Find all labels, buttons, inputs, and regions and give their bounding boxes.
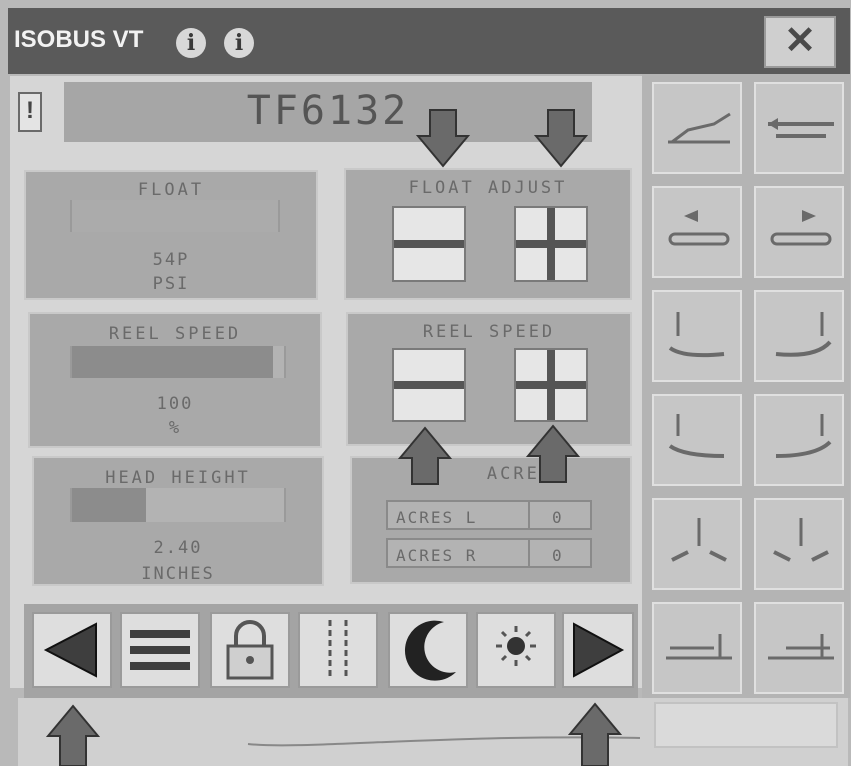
up-arrow-icon bbox=[568, 702, 622, 766]
soft-key-1[interactable] bbox=[652, 82, 742, 174]
soft-key-4[interactable] bbox=[754, 186, 844, 278]
head-height-unit: INCHES bbox=[141, 564, 215, 584]
float-unit: PSI bbox=[152, 274, 190, 294]
header-right-icon bbox=[768, 634, 834, 660]
head-height-label: HEAD HEIGHT bbox=[105, 468, 251, 488]
reel-speed-label: REEL SPEED bbox=[108, 324, 242, 344]
day-mode-button[interactable] bbox=[476, 612, 556, 688]
float-label: FLOAT bbox=[137, 180, 205, 200]
up-arrow-icon bbox=[526, 424, 580, 483]
reel-back-icon bbox=[668, 210, 730, 246]
reel-speed-gauge bbox=[70, 346, 286, 378]
machine-id: TF6132 bbox=[64, 82, 592, 142]
float-adjust-label: FLOAT ADJUST bbox=[408, 178, 568, 198]
menu-icon bbox=[130, 630, 190, 670]
float-value: 54P bbox=[152, 250, 190, 270]
float-gauge bbox=[70, 200, 280, 232]
right-wing-down-icon bbox=[775, 414, 832, 458]
soft-key-3[interactable] bbox=[652, 186, 742, 278]
lock-icon bbox=[226, 620, 274, 680]
reel-speed-unit: % bbox=[168, 418, 182, 438]
reel-speed-value: 100 bbox=[156, 394, 194, 414]
down-arrow-icon bbox=[534, 109, 588, 168]
header-left-icon bbox=[666, 634, 732, 660]
menu-button[interactable] bbox=[120, 612, 200, 688]
row-guide-icon bbox=[328, 620, 348, 680]
head-height-value: 2.40 bbox=[153, 538, 203, 558]
soft-key-10[interactable] bbox=[754, 498, 844, 590]
warning-icon[interactable]: ! bbox=[18, 92, 42, 132]
soft-key-6[interactable] bbox=[754, 290, 844, 382]
soft-key-7[interactable] bbox=[652, 394, 742, 486]
down-arrow-icon bbox=[416, 109, 470, 168]
wings-up-icon bbox=[671, 518, 727, 562]
acres-left-value: 0 bbox=[552, 508, 564, 527]
acres-right-label: ACRES R bbox=[396, 546, 478, 565]
soft-key-8[interactable] bbox=[754, 394, 844, 486]
info-icon[interactable]: i bbox=[176, 28, 206, 58]
soft-key-11[interactable] bbox=[652, 602, 742, 694]
prev-arrow-icon bbox=[43, 622, 97, 678]
head-height-fill bbox=[72, 488, 147, 522]
next-page-button[interactable] bbox=[562, 612, 634, 688]
float-decrease-button[interactable] bbox=[392, 206, 466, 282]
right-wing-up-icon bbox=[775, 312, 832, 357]
aux-key[interactable] bbox=[654, 702, 838, 748]
header-tilt-icon bbox=[668, 112, 731, 144]
acres-left-label: ACRES L bbox=[396, 508, 478, 527]
window-title: ISOBUS VT bbox=[14, 26, 144, 53]
up-arrow-icon bbox=[398, 426, 452, 485]
wings-down-icon bbox=[773, 518, 829, 562]
reel-decrease-button[interactable] bbox=[392, 348, 466, 422]
reel-adjust-label: REEL SPEED bbox=[422, 322, 556, 342]
next-arrow-icon bbox=[573, 622, 625, 678]
reel-increase-button[interactable] bbox=[514, 348, 588, 422]
reel-fore-aft-icon bbox=[768, 118, 834, 138]
acres-right-value: 0 bbox=[552, 546, 564, 565]
sun-icon bbox=[496, 626, 536, 666]
head-height-gauge bbox=[70, 488, 286, 522]
soft-key-2[interactable] bbox=[754, 82, 844, 174]
moon-icon bbox=[404, 620, 456, 681]
soft-key-12[interactable] bbox=[754, 602, 844, 694]
reel-forward-icon bbox=[770, 210, 832, 246]
left-wing-up-icon bbox=[668, 312, 725, 358]
up-arrow-icon bbox=[46, 704, 100, 766]
help-icon[interactable]: i bbox=[224, 28, 254, 58]
night-mode-button[interactable] bbox=[388, 612, 468, 688]
float-increase-button[interactable] bbox=[514, 206, 588, 282]
reel-speed-fill bbox=[72, 346, 274, 378]
left-wing-down-icon bbox=[668, 414, 725, 458]
acres-left-row: ACRES L 0 bbox=[386, 500, 592, 530]
lock-button[interactable] bbox=[210, 612, 290, 688]
soft-key-5[interactable] bbox=[652, 290, 742, 382]
close-button[interactable]: ✕ bbox=[764, 16, 836, 68]
prev-page-button[interactable] bbox=[32, 612, 112, 688]
soft-key-9[interactable] bbox=[652, 498, 742, 590]
acres-right-row: ACRES R 0 bbox=[386, 538, 592, 568]
row-guide-button[interactable] bbox=[298, 612, 378, 688]
